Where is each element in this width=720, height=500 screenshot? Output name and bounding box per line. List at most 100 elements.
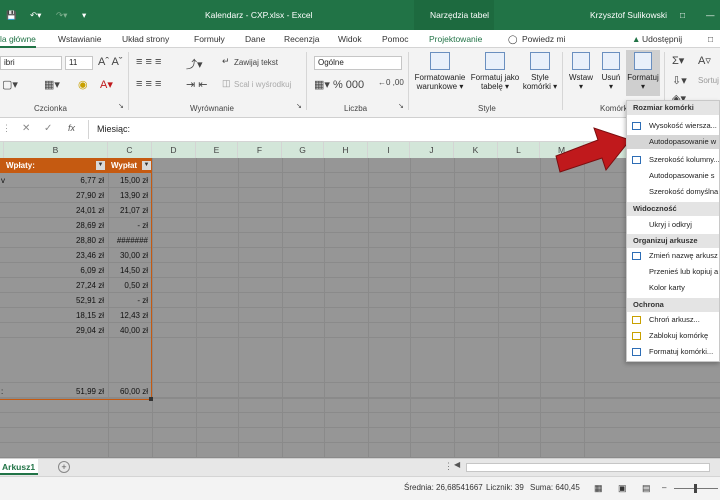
tab-formulas[interactable]: Formuły bbox=[194, 34, 225, 44]
menu-item-autofit-column[interactable]: Autodopasowanie s bbox=[627, 169, 719, 183]
cell-b[interactable]: 27,90 zł bbox=[4, 188, 108, 203]
namebox-dropdown-icon[interactable]: ⋮ bbox=[2, 123, 11, 134]
minimize-icon[interactable]: — bbox=[706, 10, 715, 20]
cell-b[interactable]: 6,09 zł bbox=[4, 263, 108, 278]
ribbon-display-icon[interactable]: □ bbox=[680, 10, 685, 20]
insert-function-icon[interactable]: fx bbox=[68, 123, 75, 133]
col-header-b[interactable]: B bbox=[4, 142, 108, 158]
page-layout-view-icon[interactable]: ▣ bbox=[618, 483, 627, 494]
col-header-d[interactable]: D bbox=[152, 142, 196, 158]
tab-view[interactable]: Widok bbox=[338, 34, 362, 44]
number-format-box[interactable]: Ogólne bbox=[314, 56, 402, 70]
menu-item-autofit-row[interactable]: Autodopasowanie w bbox=[627, 135, 719, 149]
cell-b[interactable]: 27,24 zł bbox=[4, 278, 108, 293]
tab-home[interactable]: la główne bbox=[0, 34, 36, 48]
menu-item-row-height[interactable]: Wysokość wiersza... bbox=[627, 119, 719, 133]
cancel-icon[interactable]: ✕ bbox=[22, 123, 30, 134]
tab-page-layout[interactable]: Układ strony bbox=[122, 34, 169, 44]
user-name[interactable]: Krzysztof Sulikowski bbox=[590, 10, 667, 20]
filter-dropdown-icon[interactable]: ▼ bbox=[96, 161, 105, 170]
menu-item-tab-color[interactable]: Kolor karty bbox=[627, 281, 719, 295]
cell-c[interactable]: 14,50 zł bbox=[108, 263, 152, 278]
cell-c[interactable]: 12,43 zł bbox=[108, 308, 152, 323]
cell-b[interactable]: 23,46 zł bbox=[4, 248, 108, 263]
enter-icon[interactable]: ✓ bbox=[44, 123, 52, 134]
wrap-text-button[interactable]: Zawijaj tekst bbox=[234, 58, 278, 67]
col-header-i[interactable]: I bbox=[368, 142, 410, 158]
save-icon[interactable]: 💾 bbox=[6, 10, 17, 21]
fill-icon[interactable]: ⇩▾ bbox=[672, 74, 687, 87]
scroll-left-icon[interactable]: ◀ bbox=[454, 460, 460, 469]
menu-item-column-width[interactable]: Szerokość kolumny... bbox=[627, 153, 719, 167]
tab-help[interactable]: Pomoc bbox=[382, 34, 408, 44]
orientation-icon[interactable]: ⤴▾ bbox=[186, 56, 203, 72]
cell-c[interactable]: 40,00 zł bbox=[108, 323, 152, 338]
borders-icon[interactable]: ▦▾ bbox=[44, 78, 60, 91]
decimal-icon[interactable]: ←0 ,00 bbox=[378, 78, 404, 87]
align-left-icon[interactable]: ≡ ≡ ≡ bbox=[136, 78, 161, 90]
zoom-out-icon[interactable]: – bbox=[662, 483, 666, 492]
cell-c[interactable]: 15,00 zł bbox=[108, 173, 152, 188]
menu-item-protect-sheet[interactable]: Chroń arkusz... bbox=[627, 313, 719, 327]
number-launcher-icon[interactable]: ↘ bbox=[398, 102, 404, 110]
filter-dropdown-icon[interactable]: ▼ bbox=[142, 161, 151, 170]
cell-c[interactable]: - zł bbox=[108, 218, 152, 233]
customize-qat-icon[interactable]: ▾ bbox=[82, 10, 86, 21]
menu-item-move-copy[interactable]: Przenieś lub kopiuj a bbox=[627, 265, 719, 279]
autosum-icon[interactable]: Σ▾ bbox=[672, 54, 684, 67]
col-header-k[interactable]: K bbox=[454, 142, 498, 158]
align-top-icon[interactable]: ≡ ≡ ≡ bbox=[136, 56, 161, 68]
tab-review[interactable]: Recenzja bbox=[284, 34, 319, 44]
col-header-l[interactable]: L bbox=[498, 142, 540, 158]
tab-insert[interactable]: Wstawianie bbox=[58, 34, 101, 44]
col-header-h[interactable]: H bbox=[324, 142, 368, 158]
undo-icon[interactable]: ↶▾ bbox=[30, 10, 41, 21]
cell-b[interactable]: 24,01 zł bbox=[4, 203, 108, 218]
sheet-tab-arkusz1[interactable]: Arkusz1 bbox=[0, 459, 38, 475]
font-color-icon[interactable]: A▾ bbox=[100, 78, 113, 91]
sort-filter-button[interactable]: Sortuj i bbox=[698, 76, 720, 85]
menu-item-hide-unhide[interactable]: Ukryj i odkryj bbox=[627, 218, 719, 232]
normal-view-icon[interactable]: ▦ bbox=[594, 483, 603, 494]
font-name-box[interactable]: ibri bbox=[0, 56, 62, 70]
bold-icon[interactable]: ▢▾ bbox=[2, 78, 18, 91]
table-resize-handle[interactable] bbox=[149, 397, 153, 401]
format-as-table-button[interactable]: Formatuj jako tabelę ▾ bbox=[470, 52, 520, 91]
indent-icon[interactable]: ⇥ ⇤ bbox=[186, 78, 208, 91]
cell-b[interactable]: 18,15 zł bbox=[4, 308, 108, 323]
accounting-format-icon[interactable]: ▦▾ % 000 bbox=[314, 78, 364, 91]
menu-item-format-cells[interactable]: Formatuj komórki... bbox=[627, 345, 719, 359]
col-header-f[interactable]: F bbox=[238, 142, 282, 158]
col-header-j[interactable]: J bbox=[410, 142, 454, 158]
total-c[interactable]: 60,00 zł bbox=[108, 384, 152, 399]
menu-item-lock-cell[interactable]: Zablokuj komórkę bbox=[627, 329, 719, 343]
delete-cells-button[interactable]: Usuń ▾ bbox=[598, 52, 624, 91]
cell-b[interactable]: 29,04 zł bbox=[4, 323, 108, 338]
font-launcher-icon[interactable]: ↘ bbox=[118, 102, 124, 110]
insert-cells-button[interactable]: Wstaw ▾ bbox=[566, 52, 596, 91]
cell-c[interactable]: - zł bbox=[108, 293, 152, 308]
cell-c[interactable]: 13,90 zł bbox=[108, 188, 152, 203]
tab-split-icon[interactable]: ⋮ bbox=[444, 461, 453, 472]
horizontal-scrollbar[interactable] bbox=[466, 463, 710, 472]
tab-design[interactable]: Projektowanie bbox=[429, 34, 482, 44]
tab-data[interactable]: Dane bbox=[245, 34, 265, 44]
cell-c[interactable]: 30,00 zł bbox=[108, 248, 152, 263]
cell-c[interactable]: 21,07 zł bbox=[108, 203, 152, 218]
redo-icon[interactable]: ↷▾ bbox=[56, 10, 67, 21]
tell-me-box[interactable]: Powiedz mi bbox=[522, 34, 565, 44]
header-cell-withdrawals[interactable]: Wypłat ▼ bbox=[108, 158, 152, 173]
cell-b[interactable]: 28,69 zł bbox=[4, 218, 108, 233]
col-header-g[interactable]: G bbox=[282, 142, 324, 158]
total-b[interactable]: 51,99 zł bbox=[4, 384, 108, 399]
page-break-view-icon[interactable]: ▤ bbox=[642, 483, 651, 494]
col-header-e[interactable]: E bbox=[196, 142, 238, 158]
comments-icon[interactable]: □ bbox=[708, 34, 713, 44]
alignment-launcher-icon[interactable]: ↘ bbox=[296, 102, 302, 110]
header-cell-deposits[interactable]: Wpłaty: ▼ bbox=[0, 158, 108, 173]
format-cells-button[interactable]: Formatuj ▾ bbox=[626, 50, 660, 96]
zoom-slider-thumb[interactable] bbox=[694, 484, 697, 493]
cell-c[interactable]: 0,50 zł bbox=[108, 278, 152, 293]
fill-color-icon[interactable]: ◉ bbox=[78, 78, 88, 91]
font-size-box[interactable]: 11 bbox=[65, 56, 93, 70]
